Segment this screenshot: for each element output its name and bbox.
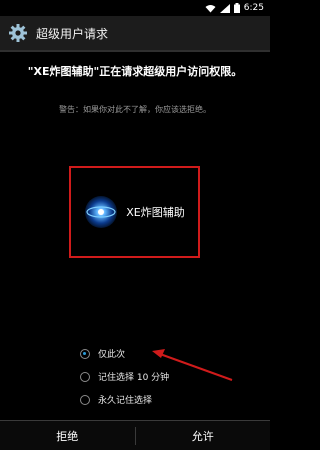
clock: 6:25 <box>243 3 264 13</box>
warning-text: 警告：如果你对此不了解，你应该选拒绝。 <box>59 105 211 114</box>
option-label: 仅此次 <box>98 350 126 360</box>
requesting-app-card: XE炸图辅助 <box>69 166 200 258</box>
option-10-minutes[interactable]: 记住选择 10 分钟 <box>80 365 169 388</box>
option-forever[interactable]: 永久记住选择 <box>80 388 169 411</box>
window-title: 超级用户请求 <box>36 26 109 41</box>
option-label: 记住选择 10 分钟 <box>98 373 170 383</box>
wifi-icon <box>205 4 216 13</box>
gear-icon <box>8 23 28 43</box>
option-label: 永久记住选择 <box>98 396 153 406</box>
radio-once[interactable] <box>80 348 90 359</box>
remember-options: 仅此次 记住选择 10 分钟 永久记住选择 <box>80 342 169 411</box>
battery-icon <box>233 3 240 13</box>
app-logo-icon <box>84 195 118 229</box>
radio-forever[interactable] <box>80 394 90 405</box>
deny-button[interactable]: 拒绝 <box>0 421 135 450</box>
allow-button[interactable]: 允许 <box>136 421 271 450</box>
dialog-buttons: 拒绝 允许 <box>0 420 270 450</box>
superuser-request-screen: 6:25 超级用户请求 "XE炸图辅助"正在请求超级用户访问权限。 警告：如果你… <box>0 0 270 450</box>
app-name: XE炸图辅助 <box>126 206 185 219</box>
option-once[interactable]: 仅此次 <box>80 342 169 365</box>
radio-10-minutes[interactable] <box>80 371 90 382</box>
signal-icon <box>219 3 230 13</box>
request-heading: "XE炸图辅助"正在请求超级用户访问权限。 <box>27 65 243 78</box>
status-bar: 6:25 <box>0 0 270 16</box>
title-bar: 超级用户请求 <box>0 16 270 52</box>
